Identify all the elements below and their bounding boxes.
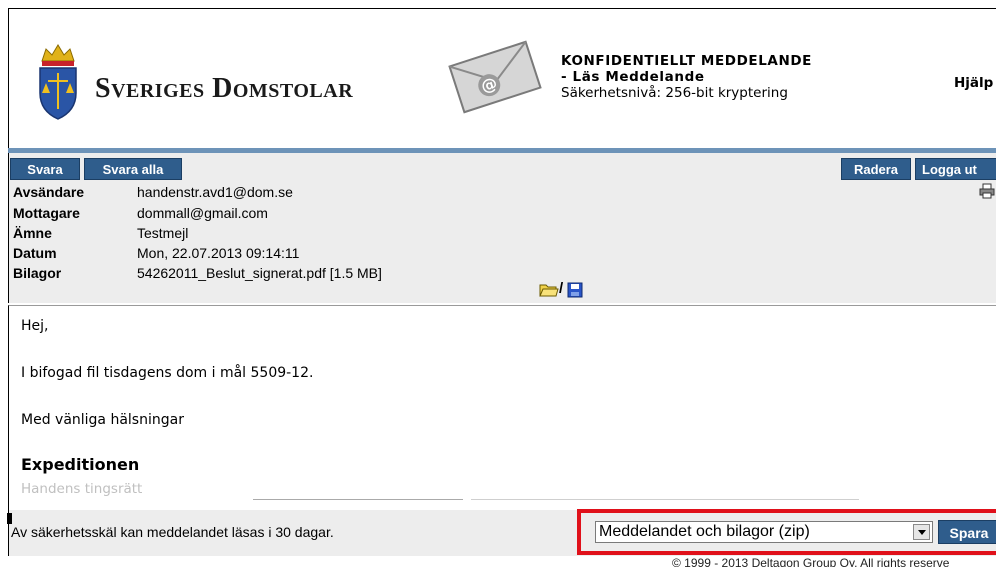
header-info: KONFIDENTIELLT MEDDELANDE - Läs Meddelan… [561, 53, 812, 101]
delete-button[interactable]: Radera [841, 158, 911, 180]
reply-button[interactable]: Svara [10, 158, 80, 180]
body-closing: Med vänliga hälsningar [21, 412, 184, 428]
subject-value: Testmejl [137, 225, 189, 241]
body-divider [471, 499, 859, 500]
folder-open-icon[interactable] [539, 282, 559, 298]
attachment-actions: / [539, 280, 589, 300]
body-text: I bifogad fil tisdagens dom i mål 5509-1… [21, 365, 314, 381]
signature-court: Handens tingsrätt [21, 481, 143, 497]
signature-name: Expeditionen [21, 455, 140, 474]
logo-text: Sveriges Domstolar [95, 73, 354, 104]
message-meta-panel: Svara Svara alla Radera Logga ut Avsända… [8, 153, 996, 303]
security-level: Säkerhetsnivå: 256-bit kryptering [561, 85, 788, 101]
reply-all-button[interactable]: Svara alla [84, 158, 182, 180]
date-label: Datum [13, 245, 57, 261]
download-format-select[interactable]: Meddelandet och bilagor (zip) [595, 521, 933, 543]
copyright-text: © 1999 - 2013 Deltagon Group Oy. All rig… [672, 556, 950, 567]
slash-separator: / [559, 280, 564, 297]
sender-label: Avsändare [13, 184, 85, 200]
save-button[interactable]: Spara [938, 520, 996, 544]
envelope-at-icon: @ [448, 40, 542, 114]
recipient-value: dommall@gmail.com [137, 205, 268, 221]
header-title: KONFIDENTIELLT MEDDELANDE [561, 53, 812, 69]
save-disk-icon[interactable] [567, 282, 583, 298]
corner-mark [7, 513, 12, 524]
help-link[interactable]: Hjälp [954, 75, 993, 91]
body-greeting: Hej, [21, 318, 49, 334]
recipient-label: Mottagare [13, 205, 80, 221]
header-subtitle: - Läs Meddelande [561, 69, 705, 85]
logout-button[interactable]: Logga ut [915, 158, 996, 180]
header: Sveriges Domstolar @ KONFIDENTIELLT MEDD… [8, 8, 996, 148]
save-highlight-box: Meddelandet och bilagor (zip) Spara [577, 509, 996, 555]
crown-shield-icon [39, 44, 77, 120]
date-value: Mon, 22.07.2013 09:14:11 [137, 245, 300, 261]
body-divider [253, 499, 463, 500]
chevron-down-icon[interactable] [913, 524, 930, 540]
message-body: Hej, I bifogad fil tisdagens dom i mål 5… [8, 305, 996, 510]
sender-value: handenstr.avd1@dom.se [137, 184, 293, 200]
format-selected-value: Meddelandet och bilagor (zip) [599, 523, 810, 540]
attachment-link[interactable]: 54262011_Beslut_signerat.pdf [1.5 MB] [137, 263, 382, 283]
subject-label: Ämne [13, 225, 52, 241]
attachments-label: Bilagor [13, 265, 62, 281]
retention-notice: Av säkerhetsskäl kan meddelandet läsas i… [11, 524, 334, 540]
printer-icon[interactable] [979, 183, 995, 199]
